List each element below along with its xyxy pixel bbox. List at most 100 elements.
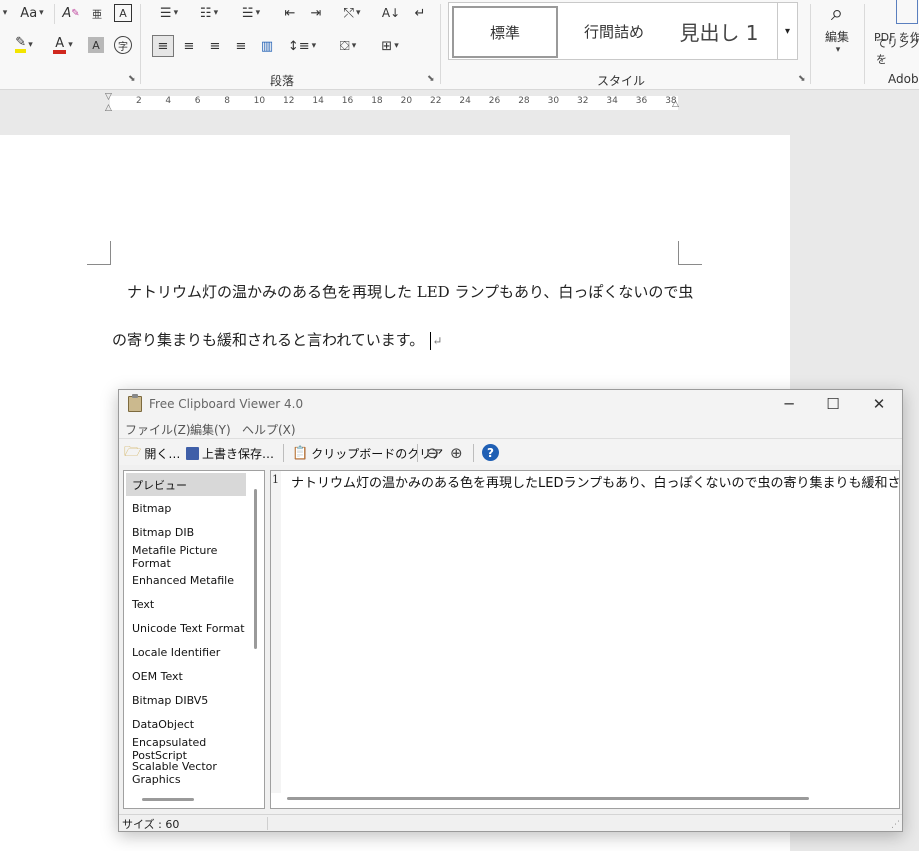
- styles-dialog-launcher-icon[interactable]: ⬊: [798, 74, 806, 84]
- clear-formatting-icon[interactable]: A ✎: [60, 3, 82, 23]
- maximize-button[interactable]: ☐: [811, 392, 855, 416]
- ruler-tick: 26: [488, 96, 501, 106]
- right-indent-icon[interactable]: △: [672, 99, 679, 109]
- format-list-item[interactable]: Enhanced Metafile: [126, 569, 246, 592]
- style-normal[interactable]: 標準: [452, 6, 558, 58]
- menu-edit[interactable]: 編集(Y): [190, 421, 231, 438]
- open-button[interactable]: 🗁 開く…: [124, 443, 180, 463]
- window-titlebar[interactable]: Free Clipboard Viewer 4.0 ─ ☐ ✕: [119, 390, 902, 418]
- preview-horizontal-scrollbar[interactable]: [287, 797, 809, 800]
- clear-clipboard-button[interactable]: 📋 クリップボードのクリア: [292, 443, 443, 463]
- text-direction-button[interactable]: ⤲ ▾: [336, 3, 368, 23]
- chevron-down-icon: ▾: [394, 41, 399, 51]
- zoom-out-icon[interactable]: ⊖: [426, 443, 439, 463]
- first-line-indent-icon[interactable]: ▽: [105, 92, 112, 102]
- format-list-item[interactable]: OEM Text: [126, 665, 246, 688]
- menu-bar: ファイル(Z) 編集(Y) ヘルプ(X): [119, 418, 902, 438]
- distributed-icon[interactable]: ▥: [256, 36, 278, 56]
- format-list-item[interactable]: Scalable Vector Graphics: [126, 760, 246, 786]
- justify-icon[interactable]: ≡: [230, 36, 252, 56]
- crop-mark-top-right: [678, 241, 702, 265]
- increase-indent-icon[interactable]: ⇥: [306, 3, 326, 23]
- editing-button-label[interactable]: 編集: [816, 28, 858, 44]
- decrease-indent-icon[interactable]: ⇤: [280, 3, 300, 23]
- show-formatting-marks-icon[interactable]: ↵: [410, 3, 430, 23]
- phonetic-guide-icon[interactable]: 亜: [88, 3, 106, 23]
- format-list-item[interactable]: Unicode Text Format: [126, 617, 246, 640]
- change-case-label: Aa: [20, 5, 38, 21]
- chevron-down-icon: ▾: [173, 8, 179, 18]
- ribbon-divider: [810, 4, 811, 84]
- numbering-button[interactable]: ☷ ▾: [192, 3, 226, 23]
- minimize-button[interactable]: ─: [767, 392, 811, 416]
- format-list-item[interactable]: Locale Identifier: [126, 641, 246, 664]
- shading-button[interactable]: ⛋ ▾: [330, 36, 366, 56]
- chevron-down-icon: ▾: [351, 41, 357, 51]
- align-center-icon[interactable]: ≡: [178, 36, 200, 56]
- hanging-indent-icon[interactable]: △: [105, 103, 112, 113]
- search-icon[interactable]: ⌕: [820, 0, 854, 26]
- horizontal-ruler[interactable]: 2 4 6 8 10 12 14 16 18 20 22 24 26 28 30 32 34 36 38 ▽ △ △: [0, 91, 919, 115]
- paragraph-dialog-launcher-icon[interactable]: ⬊: [427, 74, 435, 84]
- align-left-icon[interactable]: ≡: [152, 35, 174, 57]
- ruler-tick: 32: [577, 96, 589, 106]
- document-text-line: の寄り集まりも緩和されると言われています。 ↵: [112, 329, 442, 350]
- line-spacing-button[interactable]: ↕≡ ▾: [284, 36, 320, 56]
- menu-help[interactable]: ヘルプ(X): [242, 421, 296, 438]
- clipboard-viewer-window: Free Clipboard Viewer 4.0 ─ ☐ ✕ ファイル(Z) …: [118, 389, 903, 832]
- enclosed-character-icon[interactable]: A: [114, 4, 132, 22]
- highlight-color-button[interactable]: ✎ ▾: [4, 35, 44, 55]
- resize-grip-icon[interactable]: ⋰: [891, 820, 900, 830]
- clipboard-format-list[interactable]: プレビュー Bitmap Bitmap DIB Metafile Picture Fo…: [123, 470, 265, 809]
- format-list-item[interactable]: Metafile Picture Format: [126, 544, 246, 570]
- multilevel-list-button[interactable]: ☱ ▾: [234, 3, 268, 23]
- format-list-item[interactable]: Bitmap DIB: [126, 521, 246, 544]
- ribbon-chevron-down-icon[interactable]: ▾: [0, 4, 8, 22]
- pdf-label-line2[interactable]: てリンクを: [876, 37, 919, 66]
- ruler-tick: 6: [194, 96, 201, 106]
- borders-button[interactable]: ⊞ ▾: [372, 36, 408, 56]
- style-heading-1[interactable]: 見出し 1: [669, 3, 769, 59]
- close-button[interactable]: ✕: [857, 392, 901, 416]
- toolbar-separator: [473, 444, 474, 462]
- font-dialog-launcher-icon[interactable]: ⬊: [128, 74, 136, 84]
- format-list-item[interactable]: Bitmap: [126, 497, 246, 520]
- ruler-tick: 10: [253, 96, 266, 106]
- open-label: 開く…: [144, 446, 181, 461]
- change-case-button[interactable]: Aa ▾: [16, 3, 48, 23]
- chevron-down-icon: ▾: [68, 40, 73, 50]
- format-list-item[interactable]: Encapsulated PostScript: [126, 736, 246, 762]
- list-horizontal-scrollbar[interactable]: [142, 798, 194, 801]
- borders-icon: ⊞: [381, 38, 393, 54]
- character-shading-icon[interactable]: A: [88, 37, 104, 53]
- preview-pane[interactable]: 1 ナトリウム灯の温かみのある色を再現したLEDランプもあり、白っぽくないので虫…: [270, 470, 900, 809]
- help-icon[interactable]: ?: [482, 444, 499, 461]
- pdf-create-icon[interactable]: [896, 0, 918, 24]
- bullets-button[interactable]: ☰ ▾: [152, 3, 186, 23]
- ruler-tick: 14: [312, 96, 324, 106]
- ruler-tick: 8: [224, 96, 230, 106]
- multilevel-list-icon: ☱: [241, 5, 254, 21]
- line-number: 1: [272, 473, 279, 486]
- format-list-item[interactable]: Bitmap DIBV5: [126, 689, 246, 712]
- toolbar: 🗁 開く… 上書き保存… 📋 クリップボードのクリア ⊖ ⊕ ?: [119, 438, 902, 465]
- menu-file[interactable]: ファイル(Z): [125, 421, 191, 438]
- ruler-tick: 36: [635, 96, 648, 106]
- styles-more-chevron-icon[interactable]: ▾: [777, 3, 797, 59]
- list-vertical-scrollbar[interactable]: [254, 489, 257, 649]
- sort-icon[interactable]: A↓: [380, 3, 402, 23]
- enclose-circle-icon[interactable]: 字: [114, 36, 132, 54]
- font-color-icon: A: [53, 37, 67, 54]
- format-list-item[interactable]: プレビュー: [126, 473, 246, 496]
- chevron-down-icon: ▾: [835, 45, 841, 55]
- ruler-tick: 34: [606, 96, 618, 106]
- line-number-gutter: [271, 471, 281, 793]
- font-color-button[interactable]: A ▾: [44, 35, 82, 55]
- style-no-spacing[interactable]: 行間詰め: [569, 3, 659, 59]
- format-list-item[interactable]: DataObject: [126, 713, 246, 736]
- format-list-item[interactable]: Text: [126, 593, 246, 616]
- align-right-icon[interactable]: ≡: [204, 36, 226, 56]
- ribbon-divider: [440, 4, 441, 84]
- zoom-in-icon[interactable]: ⊕: [450, 443, 463, 463]
- overwrite-save-button[interactable]: 上書き保存…: [186, 443, 274, 463]
